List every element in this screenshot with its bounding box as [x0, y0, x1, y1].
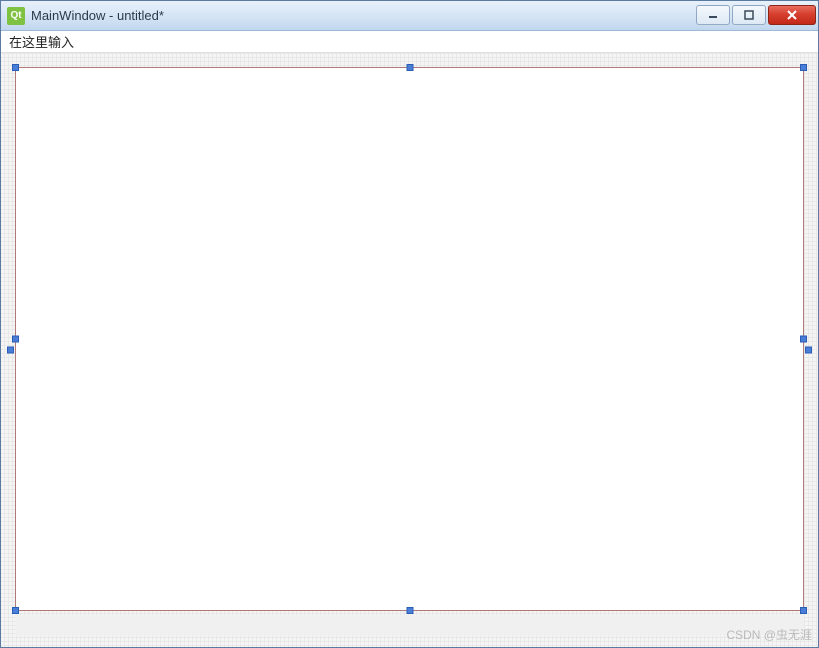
minimize-button[interactable] [696, 5, 730, 25]
selection-handle-bottom-left[interactable] [12, 607, 19, 614]
window-controls [694, 5, 816, 27]
main-window: Qt MainWindow - untitled* 在这里输入 [0, 0, 819, 648]
selection-handle-top-left[interactable] [12, 64, 19, 71]
design-surface[interactable] [1, 53, 818, 647]
selection-handle-bottom-right[interactable] [800, 607, 807, 614]
window-resize-handle-left[interactable] [7, 347, 14, 354]
selection-handle-top-center[interactable] [406, 64, 413, 71]
selection-handle-middle-right[interactable] [800, 336, 807, 343]
titlebar[interactable]: Qt MainWindow - untitled* [1, 1, 818, 31]
menubar[interactable]: 在这里输入 [1, 31, 818, 53]
qt-icon: Qt [7, 7, 25, 25]
selection-handle-bottom-center[interactable] [406, 607, 413, 614]
close-button[interactable] [768, 5, 816, 25]
window-resize-handle-right[interactable] [805, 347, 812, 354]
window-title: MainWindow - untitled* [31, 8, 694, 23]
maximize-button[interactable] [732, 5, 766, 25]
statusbar-area [15, 615, 804, 635]
selection-handle-top-right[interactable] [800, 64, 807, 71]
central-widget[interactable] [15, 67, 804, 611]
menu-input-placeholder[interactable]: 在这里输入 [5, 31, 78, 52]
selection-handle-middle-left[interactable] [12, 336, 19, 343]
